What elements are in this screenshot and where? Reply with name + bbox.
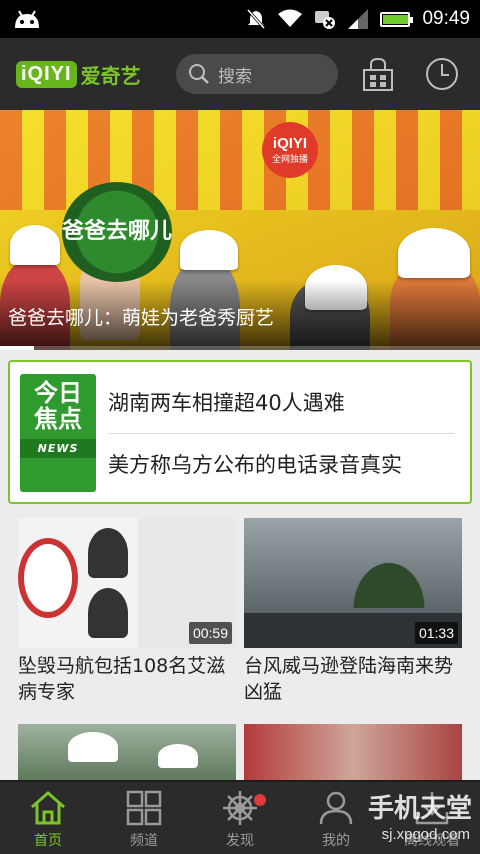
logo-mark: iQIYI [16, 60, 77, 88]
video-thumbnail: 01:33 [244, 518, 462, 648]
video-card[interactable]: 01:33 台风威马逊登陆海南来势凶猛 [244, 518, 462, 705]
news-card: 今日 焦点 NEWS 湖南两车相撞超40人遇难 美方称乌方公布的电话录音真实 [8, 360, 472, 504]
iqiyi-exclusive-badge: iQIYI 全网独播 [262, 122, 318, 178]
mute-icon [247, 9, 266, 29]
chef-hat [180, 230, 238, 270]
cap-graphic [68, 732, 118, 762]
video-title: 台风威马逊登陆海南来势凶猛 [244, 655, 454, 703]
search-box[interactable]: 搜索 [176, 54, 338, 94]
search-placeholder: 搜索 [218, 66, 252, 87]
nav-discover[interactable]: 发现 [192, 782, 288, 854]
video-thumbnail: 00:59 [18, 518, 236, 648]
logo-name: 爱奇艺 [80, 63, 141, 88]
history-clock-icon[interactable] [424, 56, 460, 92]
top-app-bar: iQIYI 爱奇艺 搜索 [0, 38, 480, 110]
grid-icon [126, 790, 162, 826]
silhouette-graphic [88, 528, 128, 578]
home-icon [31, 791, 65, 825]
nav-home[interactable]: 首页 [0, 782, 96, 854]
notification-dot [254, 794, 266, 806]
video-card[interactable] [18, 724, 236, 780]
app-store-icon[interactable] [360, 56, 396, 92]
video-duration: 00:59 [188, 622, 232, 644]
signal-icon [348, 9, 369, 29]
compass-wheel-icon [223, 791, 257, 825]
iqiyi-logo[interactable]: iQIYI 爱奇艺 [16, 56, 141, 92]
video-card[interactable]: 00:59 坠毁马航包括108名艾滋病专家 [18, 518, 236, 705]
news-headline[interactable]: 美方称乌方公布的电话录音真实 [108, 434, 458, 494]
status-bar: 09:49 [0, 0, 480, 38]
banner-progress [0, 346, 480, 350]
clock-time: 09:49 [422, 8, 470, 29]
chef-hat [398, 228, 470, 278]
sync-off-icon [315, 11, 336, 29]
today-focus-badge[interactable]: 今日 焦点 NEWS [20, 374, 96, 492]
video-duration: 01:33 [414, 622, 458, 644]
news-headline[interactable]: 湖南两车相撞超40人遇难 [108, 372, 458, 432]
nav-channels[interactable]: 频道 [96, 782, 192, 854]
cap-graphic [158, 744, 198, 768]
red-ribbon-graphic [18, 538, 78, 618]
video-title: 坠毁马航包括108名艾滋病专家 [18, 655, 226, 703]
show-logo: 爸爸去哪儿 [62, 182, 172, 282]
palm-tree-graphic [334, 538, 444, 608]
site-watermark: 手机天堂 sj.xpgod.com [367, 794, 472, 843]
chef-hat [10, 225, 60, 265]
wifi-icon [278, 9, 303, 27]
banner-title: 爸爸去哪儿：萌娃为老爸秀厨艺 [8, 307, 275, 329]
silhouette-graphic [88, 588, 128, 638]
android-icon [15, 10, 39, 28]
battery-icon [380, 11, 414, 27]
video-thumbnail [244, 724, 462, 780]
banner-background [0, 110, 480, 210]
video-thumbnail [18, 724, 236, 780]
search-icon [189, 64, 209, 84]
featured-banner[interactable]: 爸爸去哪儿 iQIYI 全网独播 爸爸去哪儿：萌娃为老爸秀厨艺 [0, 110, 480, 350]
video-card[interactable] [244, 724, 462, 780]
